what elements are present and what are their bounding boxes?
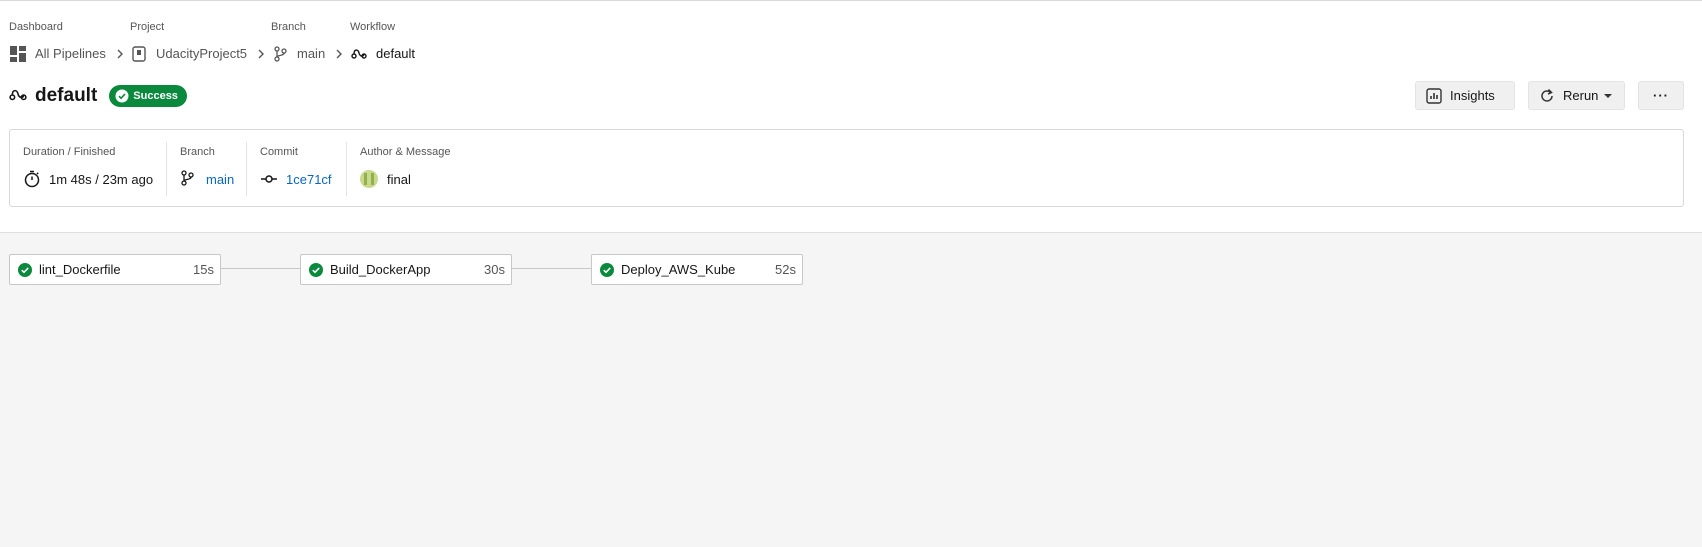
duration-value: 1m 48s / 23m ago [49,171,154,187]
chevron-right-icon [255,48,267,60]
breadcrumb-project-label: Project [130,21,165,33]
more-options-icon: ··· [1653,88,1669,103]
breadcrumb-workflow: Workflow default [350,20,415,64]
check-circle-icon [115,89,129,103]
breadcrumb-workflow-current: default [376,46,416,61]
info-divider [166,142,167,196]
job-name: Deploy_AWS_Kube [621,262,736,277]
author-label: Author & Message [360,146,451,158]
breadcrumb-branch: Branch main [271,20,345,64]
breadcrumb-workflow-label: Workflow [350,21,396,33]
insights-button[interactable]: Insights [1415,81,1515,110]
project-icon [130,45,148,63]
more-options-button[interactable]: ··· [1638,81,1684,110]
workflow-info-panel: Duration / Finished 1m 48s / 23m ago Bra… [9,129,1684,207]
insights-button-label: Insights [1450,88,1495,103]
avatar [360,170,378,188]
breadcrumb-all-pipelines-link[interactable]: All Pipelines [35,45,106,63]
branch-label: Branch [180,146,215,158]
commit-icon [260,170,278,188]
info-divider [346,142,347,196]
commit-label: Commit [260,146,298,158]
branch-icon [271,45,289,63]
rerun-button[interactable]: Rerun [1528,81,1625,110]
breadcrumb-dashboard: Dashboard All Pipelines [9,20,126,64]
breadcrumb-project: Project UdacityProject5 [130,20,267,64]
duration-value-row: 1m 48s / 23m ago [23,169,153,189]
dashboard-icon [9,45,27,63]
job-node-deploy-aws-kube[interactable]: Deploy_AWS_Kube 52s [591,254,803,285]
breadcrumb-branch-label: Branch [271,21,306,33]
page-title: default [35,85,98,106]
job-duration: 52s [775,262,796,277]
duration-label: Duration / Finished [23,146,116,158]
check-circle-icon [600,262,614,277]
job-connector [512,268,592,269]
branch-icon [180,170,198,188]
commit-value-row: 1ce71cf [260,169,332,189]
workflow-icon [9,87,27,105]
breadcrumb-dashboard-label: Dashboard [9,21,63,33]
check-circle-icon [18,262,32,277]
commit-link[interactable]: 1ce71cf [286,172,332,187]
rerun-button-label: Rerun [1563,88,1599,103]
rerun-icon [1539,88,1555,104]
workflow-icon [350,45,368,63]
insights-icon [1426,87,1442,104]
breadcrumb-branch-link[interactable]: main [297,45,325,63]
job-name: lint_Dockerfile [39,262,121,277]
info-divider [246,142,247,196]
job-name: Build_DockerApp [330,262,431,277]
chevron-right-icon [114,48,126,60]
branch-link[interactable]: main [206,172,234,187]
job-duration: 15s [193,262,214,277]
check-circle-icon [309,262,323,277]
workflow-title-row: default Success [9,84,187,108]
job-duration: 30s [484,262,505,277]
breadcrumb-project-link[interactable]: UdacityProject5 [156,45,247,63]
status-badge-label: Success [133,90,178,102]
status-badge: Success [109,85,187,107]
job-node-lint-dockerfile[interactable]: lint_Dockerfile 15s [9,254,221,285]
author-value-row: final [360,169,411,189]
job-connector [221,268,301,269]
job-node-build-dockerapp[interactable]: Build_DockerApp 30s [300,254,512,285]
timer-icon [23,170,41,188]
chevron-right-icon [333,48,345,60]
branch-value-row: main [180,169,234,189]
commit-message: final [387,171,411,187]
caret-down-icon [1604,93,1613,99]
